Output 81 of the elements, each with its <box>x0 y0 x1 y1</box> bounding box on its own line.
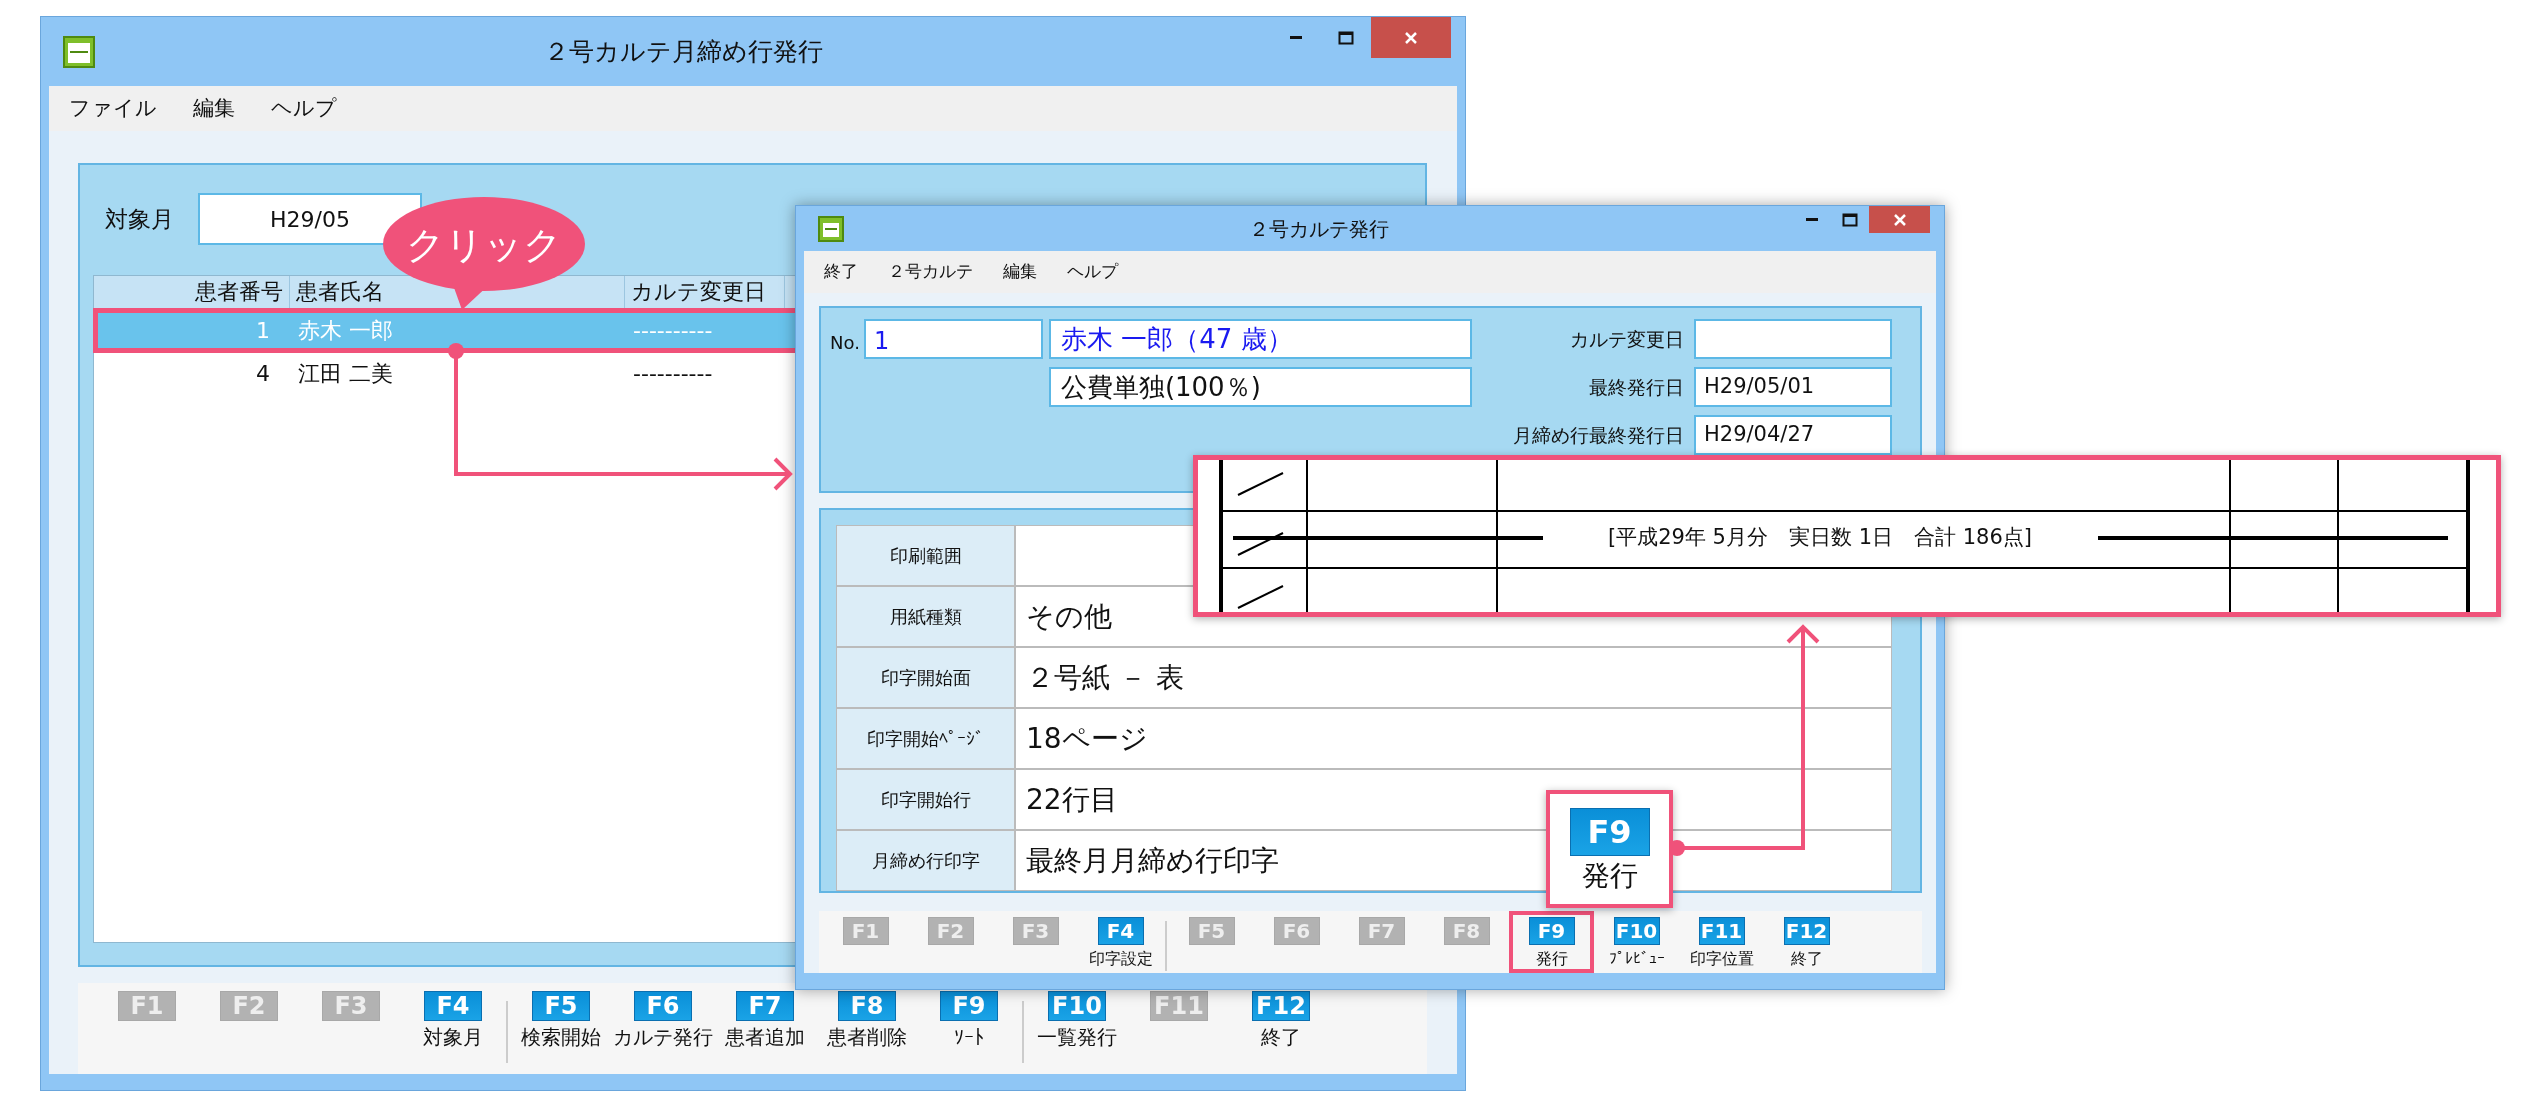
minimize-icon <box>1290 36 1302 40</box>
function-key[interactable]: F2 <box>220 991 278 1021</box>
close-button[interactable] <box>1869 206 1930 233</box>
field-label: 対象月 <box>105 204 174 234</box>
function-key[interactable]: F12 <box>1252 991 1310 1021</box>
key-label: 発行 <box>1581 862 1638 890</box>
app-icon <box>818 215 844 242</box>
function-key[interactable]: F6 <box>634 991 692 1021</box>
maximize-icon <box>1338 30 1354 45</box>
field-label: No. <box>830 331 860 355</box>
function-key[interactable]: F3 <box>1012 917 1059 945</box>
window-title: ２号カルテ月締め行発行 <box>542 35 824 68</box>
table-cell-text: 1 <box>255 317 271 345</box>
date-field[interactable] <box>1694 319 1892 359</box>
key-label: 終了 <box>1261 1025 1301 1049</box>
function-key[interactable]: F8 <box>1443 917 1490 945</box>
setting-label: 印字開始ﾍﾟｰｼﾞ <box>836 708 1015 769</box>
function-key[interactable]: F7 <box>1358 917 1405 945</box>
table-cell-text: 江田 二美 <box>297 360 394 388</box>
close-icon <box>1892 212 1907 227</box>
app-icon <box>63 35 95 68</box>
key-label: 印字設定 <box>1088 949 1153 969</box>
table-cell-text: 赤木 一郎 <box>297 317 394 345</box>
key-label: 発行 <box>1535 949 1568 969</box>
function-key[interactable]: F3 <box>322 991 380 1021</box>
function-key[interactable]: F5 <box>1188 917 1235 945</box>
key-label: ﾌﾟﾚﾋﾞｭｰ <box>1608 949 1665 969</box>
key-label: 患者削除 <box>827 1025 907 1049</box>
function-key[interactable]: F12 <box>1783 917 1830 945</box>
function-key[interactable]: F7 <box>736 991 794 1021</box>
field-value: H29/04/27 <box>1704 421 1815 449</box>
field-value: 公費単独(100％) <box>1060 370 1261 404</box>
number-field[interactable]: 1 <box>863 319 1043 359</box>
date-field[interactable]: H29/05/01 <box>1694 367 1892 407</box>
function-key[interactable]: F4 <box>1097 917 1144 945</box>
setting-label: 印字開始行 <box>836 769 1015 830</box>
key-label: 検索開始 <box>521 1025 601 1049</box>
key-label: ｿｰﾄ <box>954 1025 984 1049</box>
window-title: ２号カルテ発行 <box>1247 215 1390 243</box>
table-cell-text: 4 <box>255 360 271 388</box>
close-icon <box>1404 30 1418 45</box>
function-key[interactable]: F4 <box>424 991 482 1021</box>
field-value: H29/05 <box>270 205 350 234</box>
function-key[interactable]: F10 <box>1613 917 1660 945</box>
key-label: 一覧発行 <box>1037 1025 1117 1049</box>
field-label: 最終発行日 <box>1588 374 1684 400</box>
field-label: 月締め行最終発行日 <box>1513 422 1684 448</box>
key-label: 患者追加 <box>725 1025 805 1049</box>
setting-label: 用紙種類 <box>836 586 1015 647</box>
table-cell-text: ---------- <box>632 360 714 388</box>
key-label: カルテ発行 <box>613 1025 713 1049</box>
function-key[interactable]: F10 <box>1048 991 1106 1021</box>
key-label: 終了 <box>1790 949 1823 969</box>
function-key[interactable]: F11 <box>1150 991 1208 1021</box>
function-key[interactable]: F9 <box>940 991 998 1021</box>
insurance-field[interactable]: 公費単独(100％) <box>1048 367 1472 407</box>
key-label: 対象月 <box>423 1025 483 1049</box>
minimize-icon <box>1806 218 1819 221</box>
function-key[interactable]: F6 <box>1273 917 1320 945</box>
menu-item[interactable]: 編集 <box>193 92 235 125</box>
function-key[interactable]: F1 <box>842 917 889 945</box>
setting-label: 印字開始面 <box>836 647 1015 708</box>
setting-value: 18ページ <box>1015 708 1892 769</box>
date-field[interactable]: H29/04/27 <box>1694 415 1892 455</box>
function-key[interactable]: F1 <box>118 991 176 1021</box>
function-key[interactable]: F9 <box>1528 917 1575 945</box>
setting-value: ２号紙 － 表 <box>1015 647 1892 708</box>
function-key[interactable]: F2 <box>927 917 974 945</box>
key-label: 印字位置 <box>1689 949 1754 969</box>
setting-label: 月締め行印字 <box>836 830 1015 891</box>
maximize-icon <box>1842 212 1859 227</box>
field-value: H29/05/01 <box>1704 373 1815 401</box>
menu-item[interactable]: ファイル <box>69 92 157 125</box>
field-label: カルテ変更日 <box>1569 326 1684 352</box>
table-cell-text: ---------- <box>632 317 714 345</box>
setting-label: 印刷範囲 <box>836 525 1015 586</box>
function-key[interactable]: F8 <box>838 991 896 1021</box>
function-key[interactable]: F11 <box>1698 917 1745 945</box>
function-key[interactable]: F5 <box>532 991 590 1021</box>
name-field[interactable]: 赤木 一郎（47 歳） <box>1048 319 1472 359</box>
menu-item[interactable]: ヘルプ <box>271 92 337 125</box>
